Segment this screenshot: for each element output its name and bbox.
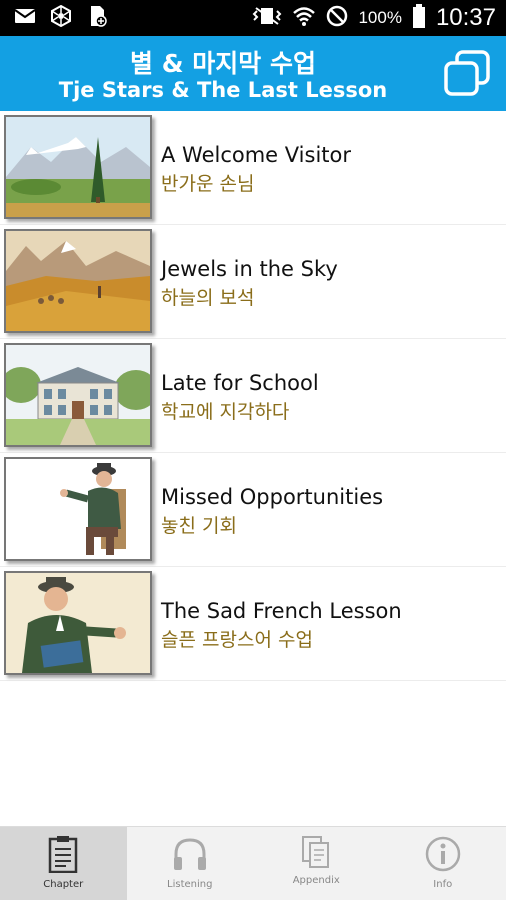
info-icon	[424, 835, 462, 877]
sd-card-icon	[86, 5, 108, 31]
chapter-item[interactable]: Missed Opportunities 놓친 기회	[0, 453, 506, 567]
network-icon	[50, 4, 72, 31]
book-title-english: Tje Stars & The Last Lesson	[58, 78, 388, 102]
chapter-item[interactable]: The Sad French Lesson 슬픈 프랑스어 수업	[0, 567, 506, 681]
chapter-item[interactable]: Late for School 학교에 지각하다	[0, 339, 506, 453]
tab-listening[interactable]: Listening	[127, 827, 254, 900]
chapter-thumbnail	[4, 571, 152, 675]
chapter-title-english: Late for School	[161, 371, 319, 395]
tab-appendix[interactable]: Appendix	[253, 827, 380, 900]
battery-percent: 100%	[358, 8, 402, 27]
chapter-title-korean: 놓친 기회	[161, 515, 237, 537]
tab-chapter[interactable]: Chapter	[0, 827, 127, 900]
book-title-korean: 별 & 마지막 수업	[130, 49, 316, 78]
blocked-icon	[326, 5, 348, 31]
chapter-title-english: The Sad French Lesson	[161, 599, 402, 623]
clock: 10:37	[435, 4, 496, 31]
tab-label: Listening	[167, 879, 213, 890]
chapter-list: A Welcome Visitor 반가운 손님 Jewels in the S…	[0, 111, 506, 681]
chapter-title-english: Missed Opportunities	[161, 485, 384, 509]
chapter-title-korean: 슬픈 프랑스어 수업	[161, 629, 313, 651]
headphones-icon	[171, 835, 209, 877]
wifi-icon	[292, 5, 316, 31]
chapter-thumbnail	[4, 457, 152, 561]
tab-label: Appendix	[292, 875, 340, 886]
documents-icon	[301, 835, 331, 873]
chapter-title-korean: 반가운 손님	[161, 173, 255, 195]
chapter-thumbnail	[4, 115, 152, 219]
tab-label: Info	[433, 879, 453, 890]
bottom-navigation: Chapter Listening Appendix Info	[0, 826, 506, 900]
chapter-thumbnail	[4, 343, 152, 447]
app-header: 별 & 마지막 수업 Tje Stars & The Last Lesson	[0, 36, 506, 111]
copy-button[interactable]	[442, 48, 492, 98]
chapter-title-korean: 학교에 지각하다	[161, 401, 290, 423]
clipboard-icon	[48, 835, 78, 877]
chapter-title-english: A Welcome Visitor	[161, 143, 352, 167]
vibrate-icon	[252, 6, 282, 30]
chapter-thumbnail	[4, 229, 152, 333]
mail-icon	[14, 7, 36, 29]
chapter-title-english: Jewels in the Sky	[161, 257, 338, 281]
chapter-item[interactable]: Jewels in the Sky 하늘의 보석	[0, 225, 506, 339]
tab-info[interactable]: Info	[380, 827, 506, 900]
tab-label: Chapter	[43, 879, 84, 890]
status-bar: 100% 10:37	[0, 0, 506, 36]
battery-icon	[412, 4, 426, 32]
chapter-title-korean: 하늘의 보석	[161, 287, 255, 309]
chapter-item[interactable]: A Welcome Visitor 반가운 손님	[0, 111, 506, 225]
copy-icon	[442, 50, 492, 102]
